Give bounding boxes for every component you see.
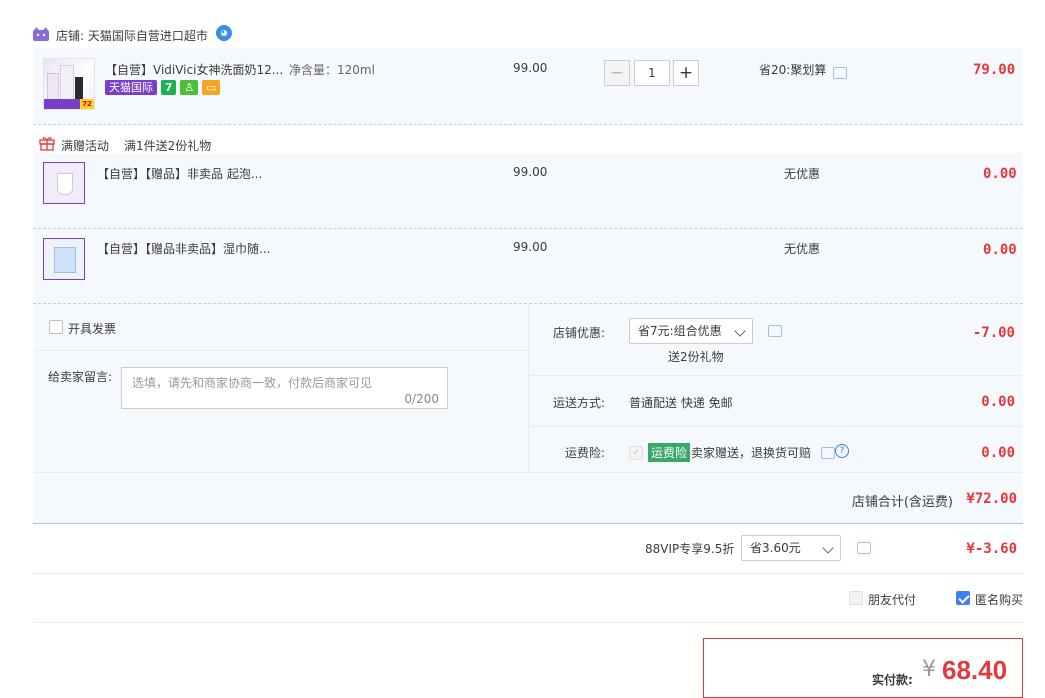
invoice-row: 开具发票 — [33, 304, 528, 351]
gift-thumbnail[interactable] — [43, 162, 85, 204]
shipping-label: 运送方式: — [553, 396, 606, 410]
shop-chat-icon[interactable]: ◕ — [216, 25, 232, 41]
order-options-panel: 开具发票 给卖家留言: 选填，请先和商家协商一致，付款后商家可见 0/200 店… — [33, 304, 1023, 524]
main-item-row: 72 【自营】VidiVici女神洗面奶12... 净含量：120ml 天猫国际… — [33, 48, 1023, 125]
shipping-value: 普通配送 快递 免邮 — [629, 396, 733, 410]
friend-pay-label[interactable]: 朋友代付 — [868, 591, 916, 608]
gift-promo: 无优惠 — [784, 167, 821, 181]
gift-item-row: 【自营】【赠品非卖品】湿巾随... 99.00 无优惠 0.00 — [33, 229, 1023, 304]
insurance-checkbox: ✓ — [629, 446, 643, 460]
shop-name[interactable]: 店铺: 天猫国际自营进口超市 — [56, 27, 208, 44]
insurance-text: 卖家赠送，退换货可赔 — [691, 446, 812, 460]
shipping-row: 运送方式: 普通配送 快递 免邮 0.00 — [529, 376, 1023, 427]
shipping-amount: 0.00 — [981, 394, 1015, 410]
invoice-checkbox[interactable] — [49, 320, 63, 334]
item-total: 79.00 — [973, 62, 1016, 78]
message-label: 给卖家留言: — [48, 370, 113, 384]
shop-discount-select[interactable]: 省7元:组合优惠 — [629, 318, 753, 344]
gift-desc: 满1件送2份礼物 — [124, 139, 212, 153]
invoice-label[interactable]: 开具发票 — [68, 320, 116, 337]
card-pay-icon: ▭ — [202, 80, 221, 95]
product-thumbnail[interactable]: 72 — [43, 58, 95, 110]
gift-total: 0.00 — [983, 166, 1017, 182]
shop-total-label: 店铺合计(含运费) — [851, 495, 953, 510]
shop-discount-info-icon[interactable] — [768, 325, 782, 337]
gift-price: 99.00 — [513, 240, 548, 254]
gift-icon — [39, 137, 55, 151]
shop-discount-value: 省7元:组合优惠 — [638, 324, 722, 338]
product-tags: 天猫国际 7 ♙ ▭ — [105, 80, 221, 96]
shop-discount-row: 店铺优惠: 省7元:组合优惠 送2份礼物 -7.00 — [529, 304, 1023, 376]
shop-discount-note: 送2份礼物 — [668, 350, 724, 364]
chevron-down-icon — [822, 542, 834, 554]
insurance-amount: 0.00 — [981, 445, 1015, 461]
vip-row: 88VIP专享9.5折 省3.60元 ¥-3.60 — [33, 524, 1023, 574]
message-placeholder: 选填，请先和商家协商一致，付款后商家可见 — [132, 376, 373, 390]
gift-price: 99.00 — [513, 165, 548, 179]
shop-cat-icon — [33, 27, 49, 41]
quantity-input[interactable]: 1 — [634, 60, 670, 86]
gift-title[interactable]: 【自营】【赠品非卖品】湿巾随... — [97, 240, 270, 257]
gift-header: 满赠活动 满1件送2份礼物 — [33, 125, 1023, 153]
payment-currency: ¥ — [922, 657, 936, 682]
anonymous-checkbox[interactable] — [956, 591, 970, 605]
gift-promo: 无优惠 — [784, 242, 821, 256]
quantity-increase-button[interactable]: + — [673, 60, 699, 86]
shop-discount-label: 店铺优惠: — [553, 326, 606, 340]
product-spec: 净含量：120ml — [289, 63, 375, 77]
insurance-tag: 运费险 — [648, 443, 691, 462]
gift-item-row: 【自营】【赠品】非卖品 起泡... 99.00 无优惠 0.00 — [33, 153, 1023, 229]
insurance-chat-icon[interactable] — [821, 447, 835, 459]
gift-title[interactable]: 【自营】【赠品】非卖品 起泡... — [97, 165, 262, 182]
anonymous-label[interactable]: 匿名购买 — [975, 591, 1023, 608]
insurance-row: 运费险: ✓ 运费险 卖家赠送，退换货可赔 ? 0.00 — [529, 427, 1023, 472]
thumb-price-badge: 72 — [80, 99, 94, 109]
vip-info-icon[interactable] — [857, 542, 871, 554]
payment-label: 实付款: — [872, 673, 913, 687]
order-left-col: 开具发票 给卖家留言: 选填，请先和商家协商一致，付款后商家可见 0/200 — [33, 304, 529, 472]
quantity-decrease-button[interactable]: − — [604, 60, 630, 86]
pay-options-row: 朋友代付 匿名购买 — [33, 574, 1023, 623]
payment-box: 实付款: ¥ 68.40 — [703, 638, 1023, 698]
payment-amount: 68.40 — [942, 655, 1008, 685]
product-title[interactable]: 【自营】VidiVici女神洗面奶12... — [105, 61, 283, 78]
gift-label: 满赠活动 — [61, 139, 110, 153]
item-promo: 省20:聚划算 — [759, 63, 827, 77]
message-counter: 0/200 — [404, 392, 439, 406]
tmall-global-tag: 天猫国际 — [105, 80, 157, 95]
vip-amount: ¥-3.60 — [966, 541, 1017, 557]
promo-info-icon[interactable] — [833, 67, 847, 79]
message-box[interactable]: 选填，请先和商家协商一致，付款后商家可见 0/200 — [121, 367, 448, 409]
shop-total-row: 店铺合计(含运费) ¥72.00 — [33, 472, 1023, 524]
vip-select-value: 省3.60元 — [750, 541, 801, 555]
help-icon[interactable]: ? — [835, 444, 849, 458]
gift-thumbnail[interactable] — [43, 238, 85, 280]
shop-discount-amount: -7.00 — [972, 325, 1015, 341]
vip-select[interactable]: 省3.60元 — [741, 535, 841, 561]
chevron-down-icon — [734, 325, 746, 337]
insurance-label: 运费险: — [565, 446, 606, 460]
shop-total-value: ¥72.00 — [966, 491, 1017, 507]
gift-total: 0.00 — [983, 242, 1017, 258]
vip-label: 88VIP专享9.5折 — [645, 542, 735, 556]
certified-icon: ♙ — [180, 80, 199, 95]
friend-pay-checkbox[interactable] — [849, 591, 863, 605]
seven-day-return-tag: 7 — [160, 80, 177, 95]
unit-price: 99.00 — [513, 61, 548, 75]
shop-header: 店铺: 天猫国际自营进口超市 ◕ — [33, 22, 1023, 49]
